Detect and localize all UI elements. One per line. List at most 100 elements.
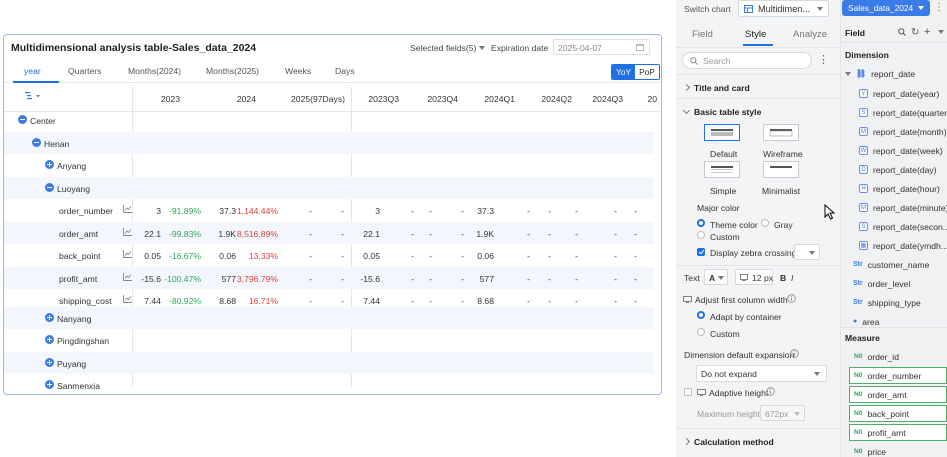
dimension-item[interactable]: Str order_level	[853, 274, 910, 293]
search-placeholder: Search	[703, 56, 731, 66]
title-and-card-section[interactable]: Title and card	[682, 83, 750, 93]
collapse-icon[interactable]	[32, 137, 41, 147]
table-row[interactable]: Henan	[4, 131, 654, 154]
row-label: profit_amt	[59, 273, 98, 284]
dimension-item[interactable]: ● area	[853, 312, 879, 331]
cell-value: -	[527, 273, 530, 284]
col-header-2024q1: 2024Q1	[484, 94, 515, 104]
adaptive-height-checkbox[interactable]	[684, 388, 692, 396]
collapse-icon[interactable]	[45, 182, 54, 192]
expiration-date-input[interactable]: 2025-04-07	[553, 39, 650, 55]
dimension-item[interactable]: Dreport_date(day)	[859, 160, 937, 179]
style-simple-option[interactable]	[704, 161, 740, 178]
tab-analyze[interactable]: Analyze	[793, 29, 827, 40]
style-default-option[interactable]	[704, 124, 740, 141]
font-size-input[interactable]: 12 px	[735, 269, 773, 285]
text-color-select[interactable]: A	[704, 269, 728, 285]
search-icon[interactable]	[898, 28, 906, 36]
expand-icon[interactable]	[45, 312, 54, 322]
dimension-expansion-label: Dimension default expansion	[684, 350, 795, 360]
chart-type-select[interactable]: Multidimen...	[738, 0, 829, 17]
expand-icon[interactable]	[45, 357, 54, 367]
expand-icon[interactable]	[45, 160, 54, 169]
theme-color-radio[interactable]	[697, 219, 705, 227]
measure-item-selected[interactable]: N0 order_amt	[854, 385, 907, 404]
table-row[interactable]: Puyang	[4, 351, 654, 374]
calculation-method-section[interactable]: Calculation method	[682, 437, 774, 447]
tab-style[interactable]: Style	[745, 29, 766, 40]
pop-button[interactable]: PoP	[635, 65, 659, 79]
info-icon[interactable]	[790, 349, 799, 358]
measure-item[interactable]: N0 order_id	[854, 347, 899, 366]
field-name: back_point	[867, 408, 910, 419]
adapt-container-radio[interactable]	[697, 311, 705, 319]
style-minimalist-option[interactable]	[763, 161, 799, 178]
expand-icon[interactable]	[45, 380, 54, 389]
table-row[interactable]: Sanmenxia	[4, 374, 654, 394]
dimension-item[interactable]: Hreport_date(hour)	[859, 179, 940, 198]
measure-item-selected[interactable]: N0 back_point	[854, 404, 909, 423]
trend-chart-icon[interactable]	[123, 227, 132, 236]
zebra-color-picker[interactable]	[794, 244, 820, 260]
tab-year[interactable]: year	[24, 66, 41, 76]
col-header-next: 20	[647, 94, 657, 104]
trend-chart-icon[interactable]	[123, 295, 132, 303]
tab-weeks[interactable]: Weeks	[285, 66, 311, 76]
gray-radio[interactable]	[761, 219, 769, 227]
trend-chart-icon[interactable]	[123, 272, 132, 281]
tab-field[interactable]: Field	[692, 29, 713, 40]
more-options-icon[interactable]: ⋮	[818, 53, 829, 66]
dimension-item[interactable]: Mreport_date(month)	[859, 122, 947, 141]
table-row: order_number 3 -91.89% 37.3 1,144.44% - …	[4, 199, 654, 222]
measure-item-selected[interactable]: N0 profit_amt	[854, 423, 906, 442]
yoy-pop-toggle[interactable]: YoY PoP	[611, 64, 660, 80]
tab-quarters[interactable]: Quarters	[68, 66, 101, 76]
trend-chart-icon[interactable]	[123, 250, 132, 258]
yoy-button[interactable]: YoY	[612, 65, 636, 79]
dimension-item[interactable]: Wreport_date(week)	[859, 141, 943, 160]
dimension-item[interactable]: Yreport_date(year)	[859, 84, 939, 103]
dimension-item[interactable]: Str customer_name	[853, 255, 929, 274]
cell-change: -99.83%	[168, 228, 201, 239]
chevron-down-icon[interactable]	[938, 30, 944, 34]
dimension-item[interactable]: Sreport_date(quarter)	[859, 103, 947, 122]
expand-icon[interactable]	[45, 335, 54, 344]
custom-color-radio[interactable]	[697, 231, 705, 239]
dataset-select[interactable]: Sales_data_2024	[842, 0, 930, 16]
search-input[interactable]: Search	[682, 52, 812, 69]
measure-item[interactable]: N0 price	[854, 442, 886, 457]
bold-button[interactable]: B	[780, 273, 786, 283]
tab-months-2024[interactable]: Months(2024)	[128, 66, 181, 76]
trend-chart-icon[interactable]	[123, 205, 132, 213]
refresh-icon[interactable]: ↻	[911, 27, 919, 38]
dimension-item-report-date[interactable]: ⛓ report_date	[845, 64, 915, 83]
max-height-input[interactable]: 672px	[760, 405, 805, 421]
table-row[interactable]: Anyang	[4, 154, 654, 177]
hierarchy-icon[interactable]	[25, 92, 41, 100]
expansion-select[interactable]: Do not expand	[696, 365, 827, 382]
table-row[interactable]: Pingdingshan	[4, 329, 654, 352]
basic-table-style-section[interactable]: Basic table style	[682, 106, 761, 117]
tab-days[interactable]: Days	[335, 66, 355, 76]
measure-item-selected[interactable]: N0 order_number	[854, 366, 921, 385]
expiration-date-value: 2025-04-07	[558, 43, 602, 53]
selected-fields-dropdown[interactable]: Selected fields(5)	[410, 43, 486, 53]
info-icon[interactable]	[787, 294, 796, 303]
dimension-item[interactable]: Str shipping_type	[853, 293, 921, 312]
more-options-icon[interactable]: ⋮	[934, 2, 944, 13]
info-icon[interactable]	[766, 387, 775, 396]
table-row[interactable]: Nanyang	[4, 306, 654, 329]
style-wireframe-option[interactable]	[763, 124, 799, 141]
table-row[interactable]: Center	[4, 109, 654, 132]
dimension-item[interactable]: Sreport_date(secon...	[859, 217, 947, 236]
dimension-item[interactable]: ▦ report_date(ymdh...	[859, 236, 947, 255]
table-row[interactable]: Luoyang	[4, 176, 654, 199]
add-icon[interactable]: +	[924, 26, 930, 38]
font-size-icon	[740, 274, 748, 281]
italic-button[interactable]: I	[791, 273, 793, 283]
collapse-icon[interactable]	[18, 115, 27, 124]
tab-months-2025[interactable]: Months(2025)	[206, 66, 259, 76]
zebra-checkbox[interactable]	[697, 248, 705, 256]
custom-width-radio[interactable]	[697, 328, 705, 336]
dimension-item[interactable]: Mreport_date(minute)	[859, 198, 947, 217]
